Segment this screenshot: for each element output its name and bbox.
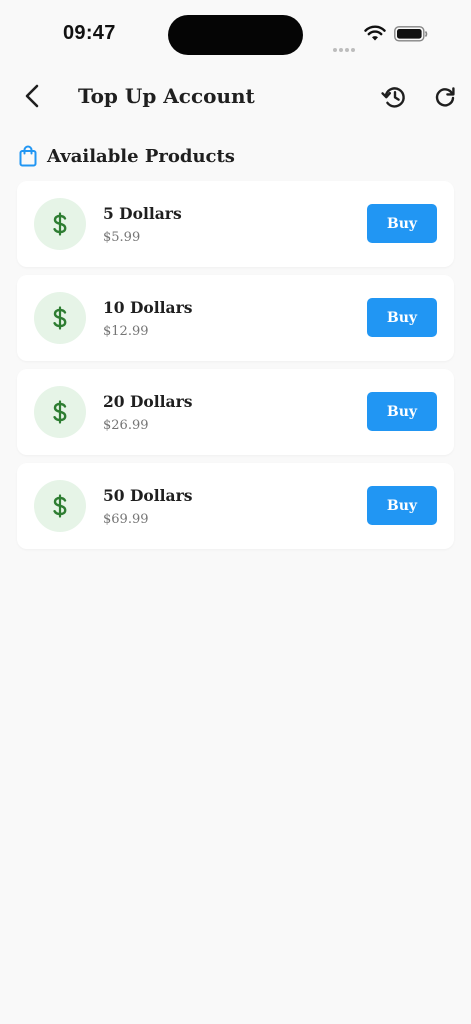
product-name: 20 Dollars xyxy=(103,392,193,411)
cellular-signal-icon xyxy=(333,37,359,52)
status-bar: 09:47 xyxy=(0,0,471,70)
product-name: 50 Dollars xyxy=(103,486,193,505)
buy-button[interactable]: Buy xyxy=(367,486,437,525)
product-price: $69.99 xyxy=(103,512,149,527)
product-card: 5 Dollars $5.99 Buy xyxy=(17,181,454,267)
shopping-bag-icon xyxy=(19,145,37,167)
product-card: 50 Dollars $69.99 Buy xyxy=(17,463,454,549)
history-icon xyxy=(381,87,405,108)
app-bar: Top Up Account xyxy=(0,70,471,124)
page-title: Top Up Account xyxy=(78,84,255,108)
buy-button[interactable]: Buy xyxy=(367,298,437,337)
history-button[interactable] xyxy=(379,82,409,112)
wifi-icon xyxy=(364,25,386,41)
section-header: Available Products xyxy=(19,143,235,169)
dollar-icon xyxy=(53,400,67,424)
dollar-icon xyxy=(53,494,67,518)
refresh-icon xyxy=(435,87,455,107)
product-card: 20 Dollars $26.99 Buy xyxy=(17,369,454,455)
product-icon-circle xyxy=(34,386,86,438)
refresh-button[interactable] xyxy=(430,82,460,112)
buy-button[interactable]: Buy xyxy=(367,204,437,243)
status-time: 09:47 xyxy=(63,22,116,44)
product-icon-circle xyxy=(34,198,86,250)
product-price: $26.99 xyxy=(103,418,149,433)
product-price: $5.99 xyxy=(103,230,141,245)
dollar-icon xyxy=(53,212,67,236)
back-button[interactable] xyxy=(16,80,48,112)
dollar-icon xyxy=(53,306,67,330)
product-list: 5 Dollars $5.99 Buy 10 Dollars $12.99 Bu… xyxy=(17,181,454,557)
dynamic-island xyxy=(168,15,303,55)
product-name: 5 Dollars xyxy=(103,204,182,223)
product-price: $12.99 xyxy=(103,324,149,339)
product-name: 10 Dollars xyxy=(103,298,193,317)
product-icon-circle xyxy=(34,480,86,532)
section-title: Available Products xyxy=(47,145,235,167)
product-card: 10 Dollars $12.99 Buy xyxy=(17,275,454,361)
arrow-back-icon xyxy=(25,84,39,108)
product-icon-circle xyxy=(34,292,86,344)
battery-icon xyxy=(394,26,428,42)
buy-button[interactable]: Buy xyxy=(367,392,437,431)
